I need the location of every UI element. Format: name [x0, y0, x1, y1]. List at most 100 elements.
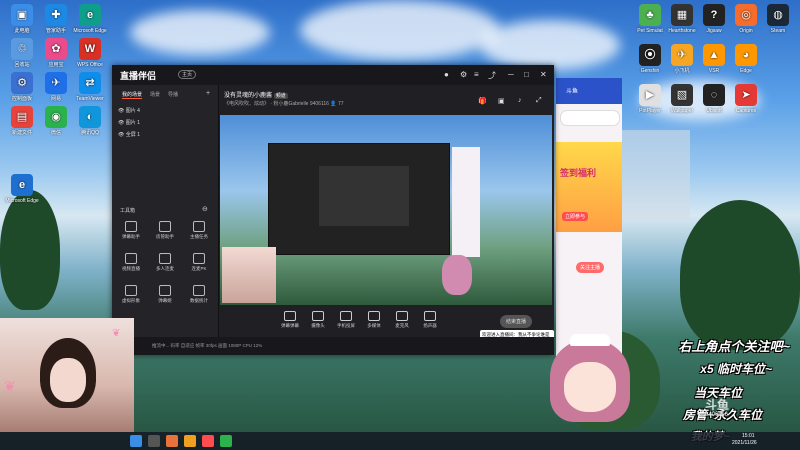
toolbox-item[interactable]: 视频直播 — [120, 253, 142, 272]
app-icon: ✚ — [45, 4, 67, 26]
avatar-icon[interactable]: ● — [444, 70, 449, 79]
app-icon: ◐ — [79, 106, 101, 128]
tool-label: 弹幕姬 — [158, 298, 172, 303]
desktop-icon[interactable]: W WPS Office — [70, 38, 110, 68]
desktop-icon-label: Microsoft Edge — [73, 28, 107, 34]
app-icon: ▶ — [639, 84, 661, 106]
scene-item[interactable]: 👁 全屏 1 — [118, 131, 140, 138]
app-icon: ? — [703, 4, 725, 26]
browser-address-bar[interactable] — [560, 110, 620, 126]
toolbox-item[interactable]: 虚拟形象 — [120, 285, 142, 304]
close-icon[interactable]: ✕ — [540, 70, 547, 79]
app-icon: ✈ — [45, 72, 67, 94]
app-icon: ♲ — [11, 38, 33, 60]
avatar-face — [564, 362, 616, 412]
start-icon[interactable] — [130, 435, 142, 447]
cloud-decoration — [130, 10, 270, 55]
streaming-app-window[interactable]: 直播伴侣 主页 ● ⚙ ≡ ⤴ ─ □ ✕ 我的场景 场景 导播 + 👁 图片 4 … — [112, 65, 554, 355]
taskbar-app-icon[interactable] — [166, 435, 178, 447]
app-icon: ▣ — [11, 4, 33, 26]
preview-area: 没有灵魂的小鹿酱 频道 《电风吹吹、炫动》 · 粉小鹿Gabrielle 940… — [218, 85, 554, 344]
record-icon[interactable]: ▣ — [498, 97, 505, 105]
bottom-tool-icon — [312, 311, 324, 321]
toolbox-item[interactable]: 弹幕助手 — [120, 221, 142, 240]
taskbar-app-icon[interactable] — [202, 435, 214, 447]
desktop-icon[interactable]: ◍ Steam — [758, 4, 798, 34]
status-bar: 推流中... 码率 自适应 帧率 30fps 画面 1080P CPU 12% — [112, 337, 554, 355]
building-decoration — [620, 130, 690, 220]
app-icon: ⇄ — [79, 72, 101, 94]
tree-decoration — [680, 200, 800, 350]
desktop-icon-label: Microsoft Edge — [5, 198, 39, 204]
search-icon[interactable] — [148, 435, 160, 447]
desktop-icon[interactable]: ➤ Captures — [726, 84, 766, 114]
bottom-tool-label: 手机投屏 — [337, 323, 355, 328]
tree-decoration — [0, 190, 60, 310]
toolbox-item[interactable]: 数据统计 — [188, 285, 210, 304]
desktop-icon-label: TeamViewer — [76, 96, 104, 102]
banner-sub[interactable]: 立即参与 — [562, 212, 589, 221]
gift-icon[interactable]: 🎁 — [478, 97, 487, 105]
nested-preview — [268, 143, 450, 255]
bottom-tool-icon — [368, 311, 380, 321]
app-icon: ◍ — [767, 4, 789, 26]
app-titlebar[interactable]: 直播伴侣 主页 ● ⚙ ≡ ⤴ ─ □ ✕ — [112, 65, 554, 85]
taskbar: 15:01 2021/11/26 — [0, 432, 800, 450]
bottom-tool-button[interactable]: 扬声器 — [418, 311, 442, 329]
promo-banner[interactable]: 签到福利 立即参与 — [556, 142, 622, 232]
share-icon[interactable]: ⤴ — [488, 70, 496, 81]
bottom-tool-button[interactable]: 多媒体 — [362, 311, 386, 329]
tab-my-scenes[interactable]: 我的场景 — [122, 92, 143, 99]
tool-icon — [193, 221, 205, 232]
share-icon[interactable]: ⤢ — [536, 97, 542, 105]
minimize-icon[interactable]: ─ — [508, 70, 514, 79]
tool-label: 主播任务 — [190, 234, 208, 239]
app-badge[interactable]: 主页 — [178, 70, 197, 79]
app-logo: 直播伴侣 — [120, 71, 157, 81]
tab-director[interactable]: 导播 — [168, 92, 178, 98]
desktop-icon-label: Steam — [770, 28, 786, 34]
taskbar-app-icon[interactable] — [220, 435, 232, 447]
bottom-tool-button[interactable]: 麦克风 — [390, 311, 414, 329]
add-scene-icon[interactable]: + — [206, 90, 210, 97]
app-icon: ✈ — [671, 44, 693, 66]
app-icon: ▲ — [703, 44, 725, 66]
scene-item[interactable]: 👁 图片 1 — [118, 119, 140, 126]
taskbar-app-icon[interactable] — [184, 435, 196, 447]
status-text: 推流中... 码率 自适应 帧率 30fps 画面 1080P CPU 12% — [152, 343, 263, 348]
bottom-tool-button[interactable]: 弹幕弹幕 — [278, 311, 302, 329]
bell-icon[interactable]: ♪ — [518, 97, 522, 104]
desktop-icon[interactable]: ⇄ TeamViewer — [70, 72, 110, 102]
toolbox-item[interactable]: 弹幕姬 — [154, 285, 176, 304]
toolbox-collapse-icon[interactable]: ⊖ — [202, 205, 208, 213]
tab-scenes[interactable]: 场景 — [150, 92, 160, 98]
desktop-icon[interactable]: e Microsoft Edge — [70, 4, 110, 34]
desktop-icon[interactable]: e Microsoft Edge — [2, 174, 42, 204]
go-live-button[interactable]: 结束直播 — [500, 315, 533, 328]
app-icon: ♣ — [639, 4, 661, 26]
stream-preview[interactable] — [220, 115, 552, 305]
maximize-icon[interactable]: □ — [524, 70, 529, 79]
scene-item[interactable]: 👁 图片 4 — [118, 107, 140, 114]
desktop-icon[interactable]: ◕ Edge — [726, 44, 766, 74]
bottom-tool-button[interactable]: 手机投屏 — [334, 311, 358, 329]
settings-icon[interactable]: ⚙ — [460, 70, 467, 79]
desktop-icon[interactable]: ◐ 腾讯QQ — [70, 106, 110, 136]
toolbox-item[interactable]: 多人连麦 — [154, 253, 176, 272]
toolbox-title: 工具箱 — [120, 208, 136, 214]
menu-icon[interactable]: ≡ — [474, 70, 479, 79]
toolbox-item[interactable]: 连麦PK — [188, 253, 210, 272]
browser-tab-label[interactable]: 斗鱼 — [566, 86, 578, 95]
toolbox-item[interactable]: 房管助手 — [154, 221, 176, 240]
room-number: 9406116 — [705, 412, 728, 418]
tool-label: 数据统计 — [190, 298, 208, 303]
tool-icon — [193, 253, 205, 264]
bottom-tool-icon — [340, 311, 352, 321]
streamer-camera-small — [222, 247, 276, 303]
browser-window[interactable]: 斗鱼 签到福利 立即参与 关注主播 — [556, 78, 622, 356]
toolbox-item[interactable]: 主播任务 — [188, 221, 210, 240]
follow-button[interactable]: 关注主播 — [576, 262, 605, 273]
bottom-tool-button[interactable]: 摄像头 — [306, 311, 330, 329]
bottom-tool-icon — [284, 311, 296, 321]
watermark-logo: 斗鱼 — [705, 398, 730, 412]
